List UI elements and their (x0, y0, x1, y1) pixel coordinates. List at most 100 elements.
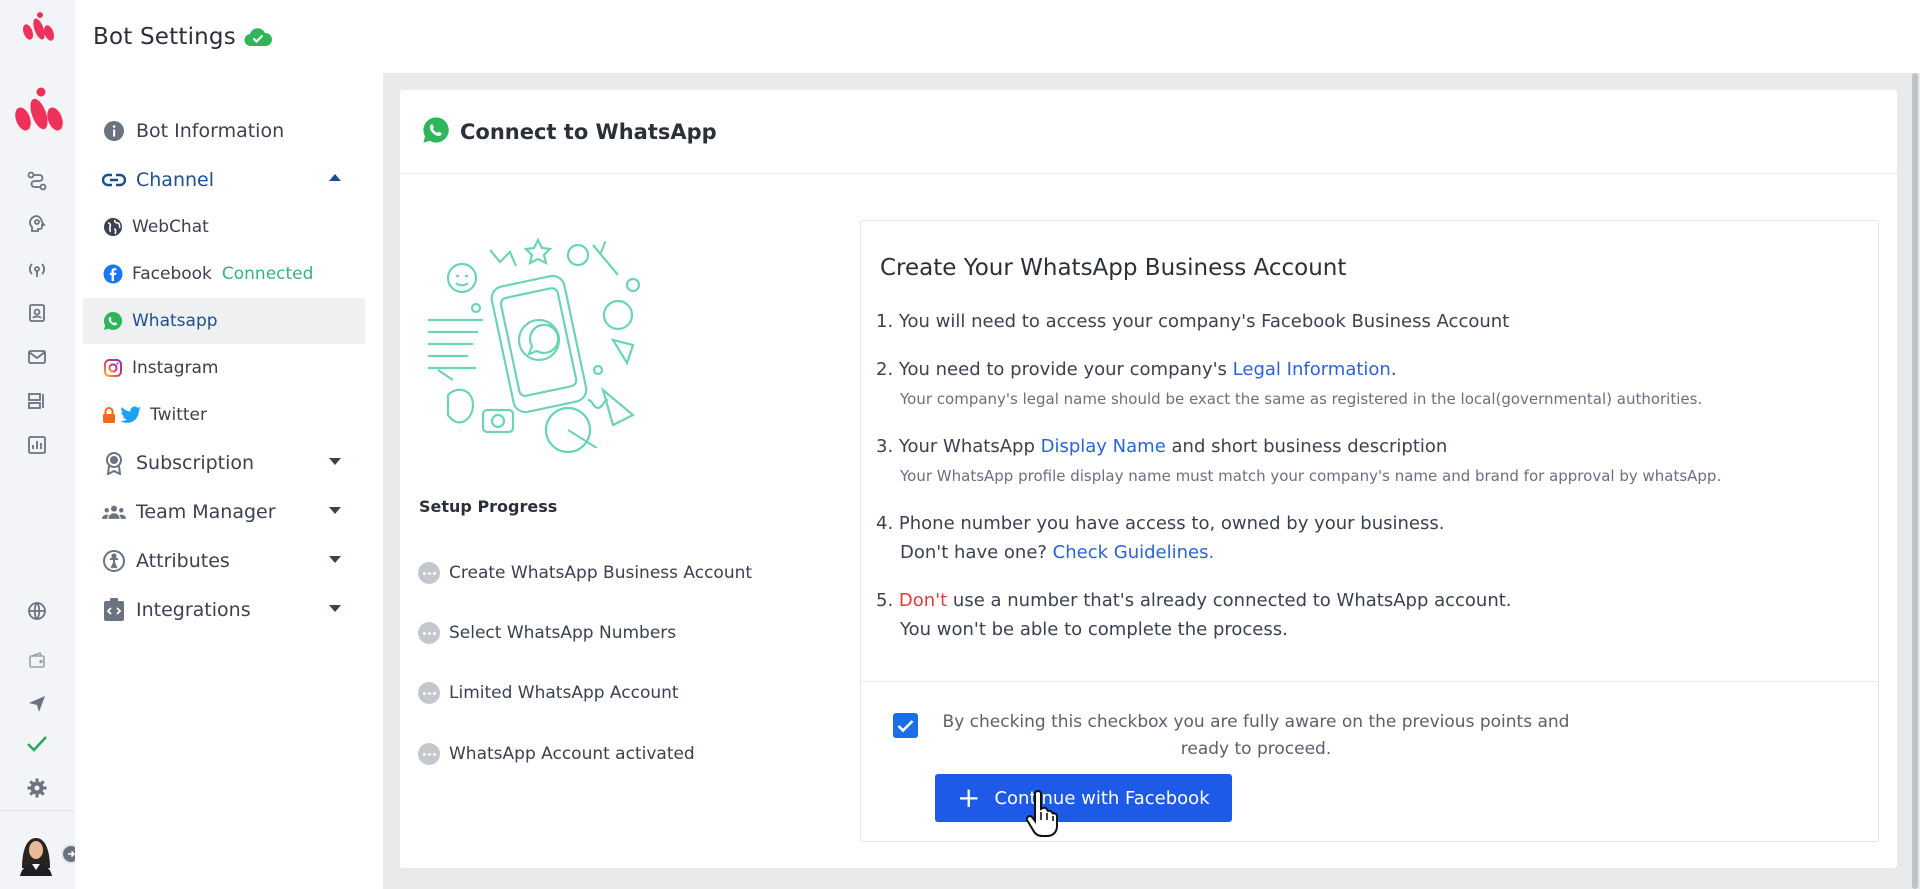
setup-progress-title: Setup Progress (419, 497, 558, 516)
requirement-text: 3. Your WhatsApp (876, 436, 1041, 457)
sidebar-item-subscription[interactable]: Subscription (75, 440, 365, 486)
mail-icon[interactable] (26, 346, 48, 368)
sidebar-item-channel[interactable]: Channel (75, 157, 365, 203)
sidebar-item-label: Attributes (136, 550, 230, 572)
requirement-4: 4. Phone number you have access to, owne… (876, 513, 1445, 534)
brand-logo-large[interactable] (8, 86, 68, 138)
rail-divider (0, 810, 75, 811)
app-window: Bot Settings Bot Information Channel Web… (0, 0, 1920, 889)
requirement-text: 5. (876, 590, 899, 611)
chevron-down-icon[interactable] (329, 605, 341, 612)
requirement-text: Don't have one? (900, 542, 1053, 563)
scrollbar[interactable] (1908, 73, 1920, 889)
chevron-down-icon[interactable] (329, 458, 341, 465)
whatsapp-connect-card: Connect to WhatsApp Setup Progress Creat… (400, 90, 1897, 868)
warning-text: Don't (898, 590, 948, 611)
sidebar-item-label: Twitter (150, 405, 207, 425)
requirement-text: 2. You need to provide your company's (876, 359, 1233, 380)
page-title: Bot Settings (93, 23, 236, 50)
facebook-icon (102, 263, 124, 285)
broadcast-icon[interactable] (26, 258, 48, 280)
chevron-down-icon[interactable] (329, 556, 341, 563)
progress-step-label: Select WhatsApp Numbers (449, 623, 677, 643)
sidebar-item-label: Facebook (132, 264, 212, 284)
avatar[interactable] (14, 828, 58, 876)
sidebar-item-label: Instagram (132, 358, 219, 378)
plus-icon: + (957, 781, 981, 814)
hand-cursor-icon (1025, 790, 1058, 837)
cloud-check-icon (244, 26, 272, 52)
brain-icon[interactable] (26, 213, 48, 235)
sidebar-item-label: Whatsapp (132, 311, 218, 331)
requirements-title: Create Your WhatsApp Business Account (880, 255, 1347, 281)
requirements-panel: Create Your WhatsApp Business Account 1.… (860, 220, 1879, 842)
progress-step-label: Limited WhatsApp Account (449, 683, 679, 703)
instagram-icon (102, 357, 124, 379)
requirement-3: 3. Your WhatsApp Display Name and short … (876, 436, 1447, 457)
sidebar-item-integrations[interactable]: Integrations (75, 587, 365, 633)
requirement-text: . (1390, 359, 1397, 380)
legal-information-link[interactable]: Legal Information (1233, 359, 1391, 380)
divider (861, 681, 1878, 682)
flow-icon[interactable] (26, 170, 48, 192)
consent-text: By checking this checkbox you are fully … (942, 712, 1570, 759)
sidebar-item-team-manager[interactable]: Team Manager (75, 489, 365, 535)
scrollbar-thumb[interactable] (1912, 73, 1918, 889)
gear-icon[interactable] (26, 777, 48, 799)
sidebar-item-webchat[interactable]: WebChat (83, 204, 365, 250)
sidebar-item-whatsapp[interactable]: Whatsapp (83, 298, 365, 344)
sidebar-item-facebook[interactable]: Facebook Connected (83, 251, 365, 297)
info-icon (102, 119, 126, 143)
sidebar-item-label: Team Manager (136, 501, 276, 523)
pending-icon (418, 743, 440, 765)
card-header: Connect to WhatsApp (400, 90, 1897, 174)
check-icon[interactable] (26, 733, 48, 755)
requirement-1: 1. You will need to access your company'… (876, 311, 1510, 332)
brand-logo-small[interactable] (18, 10, 58, 46)
status-badge: Connected (221, 264, 314, 284)
sidebar-item-instagram[interactable]: Instagram (83, 345, 365, 391)
link-icon (102, 168, 126, 192)
lock-icon (102, 404, 116, 426)
wallet-icon[interactable] (26, 649, 48, 671)
progress-step-label: WhatsApp Account activated (449, 744, 695, 764)
icon-rail (0, 0, 81, 889)
sidebar-item-bot-information[interactable]: Bot Information (75, 108, 365, 154)
sidebar-item-label: Subscription (136, 452, 255, 474)
requirement-2-note: Your company's legal name should be exac… (900, 390, 1703, 408)
progress-step: Select WhatsApp Numbers (418, 622, 676, 644)
chevron-down-icon[interactable] (329, 507, 341, 514)
pending-icon (418, 562, 440, 584)
consent-checkbox[interactable] (893, 713, 918, 738)
whatsapp-icon (422, 116, 450, 148)
send-icon[interactable] (26, 693, 48, 715)
sidebar-item-twitter[interactable]: Twitter (83, 392, 365, 438)
main-content: Connect to WhatsApp Setup Progress Creat… (383, 73, 1920, 889)
requirement-5: 5. Don't use a number that's already con… (876, 590, 1512, 611)
requirement-text: and short business description (1165, 436, 1448, 457)
contacts-icon[interactable] (26, 302, 48, 324)
globe-icon[interactable] (26, 600, 48, 622)
code-box-icon (102, 598, 126, 622)
sidebar-item-attributes[interactable]: Attributes (75, 538, 365, 584)
progress-step: Create WhatsApp Business Account (418, 562, 752, 584)
whatsapp-illustration (428, 234, 641, 456)
pending-icon (418, 622, 440, 644)
display-name-link[interactable]: Display Name (1041, 436, 1166, 457)
team-icon (102, 500, 126, 524)
sidebar-item-label: Channel (136, 169, 215, 191)
pending-icon (418, 682, 440, 704)
top-bar: Bot Settings (75, 0, 1920, 73)
whatsapp-icon (102, 310, 124, 332)
requirement-4-help: Don't have one? Check Guidelines. (900, 542, 1214, 563)
requirement-5-note: You won't be able to complete the proces… (900, 619, 1288, 640)
tickets-icon[interactable] (26, 390, 48, 412)
requirement-text: use a number that's already connected to… (947, 590, 1512, 611)
check-guidelines-link[interactable]: Check Guidelines. (1053, 542, 1215, 563)
sidebar-item-label: Bot Information (136, 120, 285, 142)
continue-with-facebook-button[interactable]: + Continue with Facebook (935, 774, 1232, 822)
chevron-up-icon[interactable] (329, 174, 341, 181)
settings-sidebar: Bot Information Channel WebChat Facebook… (75, 73, 383, 889)
analytics-icon[interactable] (26, 434, 48, 456)
progress-step: WhatsApp Account activated (418, 743, 695, 765)
